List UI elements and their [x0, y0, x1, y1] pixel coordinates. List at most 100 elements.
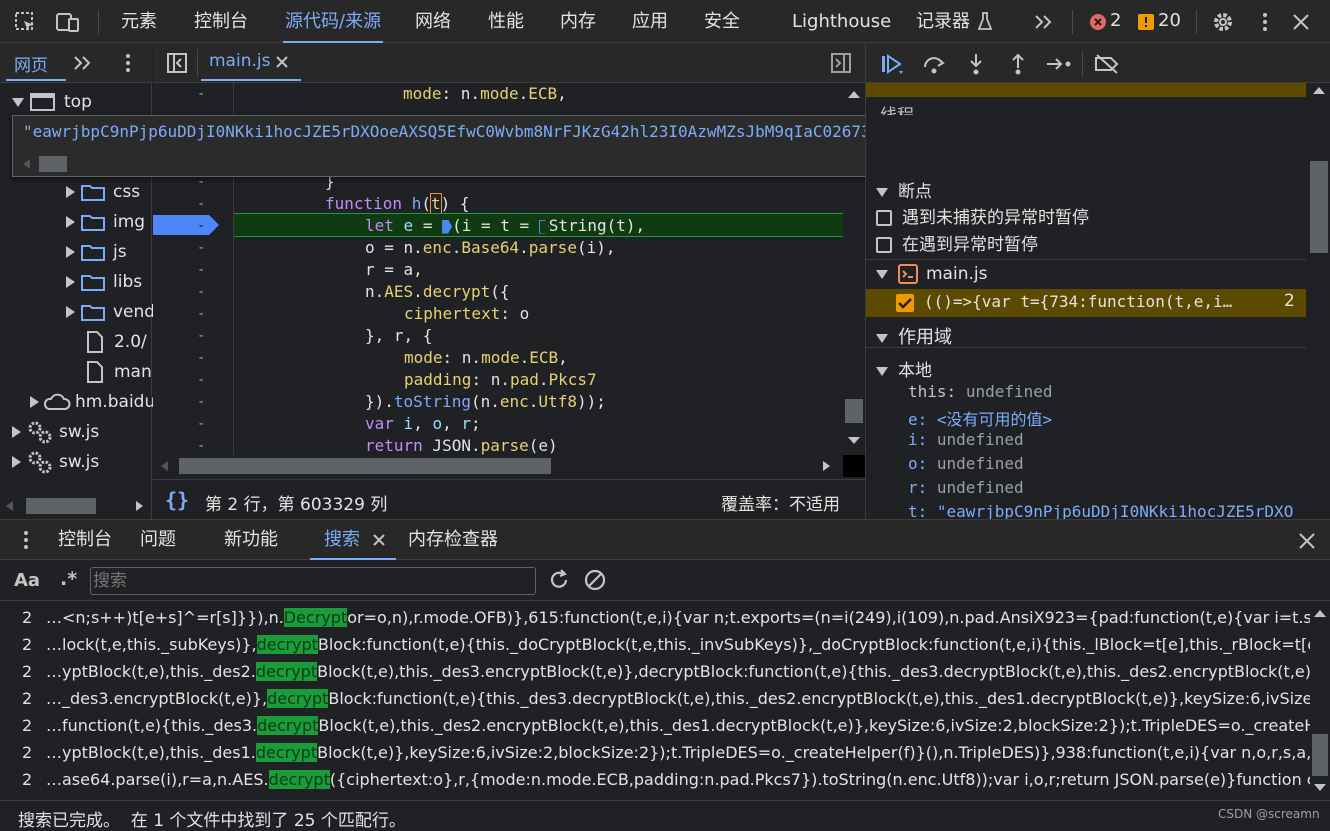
tree-item-file-2[interactable]: 2.0/ — [86, 327, 147, 357]
line-gutter[interactable]: - — [197, 259, 209, 281]
collapse-arrow-icon[interactable] — [30, 396, 39, 408]
toggle-debugger-icon[interactable] — [829, 51, 853, 75]
scroll-up-icon[interactable] — [1313, 87, 1325, 94]
close-search-tab-icon[interactable] — [370, 531, 388, 549]
more-tabs-icon[interactable] — [1030, 9, 1056, 35]
expand-arrow-icon[interactable] — [876, 269, 888, 279]
search-input[interactable] — [90, 567, 536, 595]
file-tab-main-js[interactable]: main.js — [209, 51, 270, 71]
line-gutter[interactable]: - — [197, 193, 209, 215]
line-gutter[interactable]: - — [197, 369, 209, 391]
scroll-thumb[interactable] — [845, 399, 863, 423]
breakpoint-marker[interactable] — [153, 215, 219, 235]
checkbox[interactable] — [876, 210, 892, 226]
tree-item-hm-baidu[interactable]: hm.baidu — [30, 387, 155, 417]
refresh-icon[interactable] — [546, 567, 572, 593]
local-scope-header[interactable]: 本地 — [876, 356, 932, 381]
scroll-up-icon[interactable] — [1314, 610, 1326, 617]
scroll-right-icon[interactable] — [136, 501, 143, 511]
coverage-status[interactable]: 覆盖率：不适用 — [721, 490, 840, 515]
gear-icon[interactable] — [1210, 9, 1236, 35]
line-gutter[interactable]: - — [197, 215, 209, 237]
tab-performance[interactable]: 性能 — [488, 0, 524, 43]
step-icon[interactable] — [1044, 51, 1074, 77]
scroll-thumb[interactable] — [179, 458, 551, 474]
scope-var-i[interactable]: i: undefined — [908, 430, 1024, 449]
tree-item-sw-js-2[interactable]: sw.js — [12, 447, 99, 477]
tab-elements[interactable]: 元素 — [121, 0, 157, 43]
drawer-tab-search[interactable]: 搜索 — [324, 520, 360, 560]
collapse-arrow-icon[interactable] — [66, 186, 75, 198]
debugger-scrollbar[interactable] — [1308, 83, 1330, 519]
scroll-left-icon[interactable] — [23, 159, 30, 169]
error-count[interactable]: 2 — [1110, 10, 1121, 31]
tree-item-manifest[interactable]: mani — [86, 357, 156, 387]
line-gutter[interactable]: - — [197, 435, 209, 455]
tree-item-libs[interactable]: libs — [66, 267, 142, 297]
tab-console[interactable]: 控制台 — [194, 0, 248, 43]
expand-arrow-icon[interactable] — [876, 367, 888, 376]
tree-item-js[interactable]: js — [66, 237, 127, 267]
pretty-print-icon[interactable]: {} — [165, 488, 189, 512]
kebab-menu-icon[interactable] — [1252, 9, 1278, 35]
resume-icon[interactable] — [878, 51, 906, 77]
expand-arrow-icon[interactable] — [12, 97, 24, 107]
collapse-arrow-icon[interactable] — [12, 456, 21, 468]
tab-recorder[interactable]: 记录器 — [916, 0, 970, 43]
breakpoint-file-main-js[interactable]: main.js — [876, 264, 987, 284]
search-result-row[interactable]: 2 …function(t,e){this._des3.decryptBlock(… — [0, 712, 1310, 739]
expand-arrow-icon[interactable] — [876, 188, 888, 197]
threads-section[interactable]: 线程 — [880, 101, 914, 115]
expand-arrow-icon[interactable] — [876, 334, 888, 343]
scroll-right-icon[interactable] — [823, 461, 830, 471]
search-result-row[interactable]: 2 …yptBlock(t,e),this._des1.decryptBlock(… — [0, 739, 1310, 766]
line-gutter[interactable]: - — [197, 83, 209, 105]
tab-page[interactable]: 网页 — [14, 51, 48, 76]
match-case-toggle[interactable]: Aa — [14, 570, 40, 591]
scope-var-t[interactable]: t: "eawrjbpC9nPjp6uDDjI0NKki1hocJZE5rDXO — [908, 502, 1306, 519]
search-result-row[interactable]: 2 …_des3.encryptBlock(t,e)},decryptBlock:… — [0, 685, 1310, 712]
scope-var-r[interactable]: r: undefined — [908, 478, 1024, 497]
device-toolbar-icon[interactable] — [54, 9, 80, 35]
line-gutter[interactable]: - — [197, 325, 209, 347]
navigator-menu-icon[interactable] — [116, 51, 140, 75]
drawer-menu-icon[interactable] — [14, 528, 38, 552]
scroll-down-icon[interactable] — [1314, 784, 1326, 791]
tab-application[interactable]: 应用 — [632, 0, 668, 43]
error-icon[interactable] — [1088, 12, 1108, 32]
collapse-arrow-icon[interactable] — [12, 426, 21, 438]
collapse-arrow-icon[interactable] — [66, 276, 75, 288]
scope-var-this[interactable]: this: undefined — [908, 382, 1053, 401]
tree-item-top[interactable]: top — [12, 87, 92, 117]
tree-item-img[interactable]: img — [66, 207, 145, 237]
tree-item-vendor[interactable]: vend — [66, 297, 155, 327]
collapse-arrow-icon[interactable] — [66, 246, 75, 258]
breakpoints-section-header[interactable]: 断点 — [876, 177, 932, 202]
line-gutter[interactable]: - — [197, 413, 209, 435]
pause-caught-option[interactable]: 在遇到异常时暂停 — [876, 230, 1038, 255]
search-result-row[interactable]: 2 …lock(t,e,this._subKeys)},decryptBlock:… — [0, 631, 1310, 658]
line-gutter[interactable]: - — [197, 281, 209, 303]
step-out-icon[interactable] — [1004, 51, 1032, 77]
toggle-navigator-icon[interactable] — [165, 51, 189, 75]
deactivate-breakpoints-icon[interactable] — [1092, 51, 1122, 77]
drawer-tab-issues[interactable]: 问题 — [140, 520, 176, 560]
scope-var-e[interactable]: e: <没有可用的值> — [908, 406, 1052, 430]
results-scrollbar[interactable] — [1310, 604, 1330, 798]
tab-sources[interactable]: 源代码/来源 — [283, 0, 384, 43]
search-result-row[interactable]: 2 …ase64.parse(i),r=a,n.AES.decrypt({ciph… — [0, 766, 1310, 793]
scroll-left-icon[interactable] — [6, 501, 13, 511]
tab-network[interactable]: 网络 — [415, 0, 451, 43]
tree-item-sw-js[interactable]: sw.js — [12, 417, 99, 447]
scroll-up-icon[interactable] — [848, 91, 860, 98]
tab-memory[interactable]: 内存 — [560, 0, 596, 43]
step-over-icon[interactable] — [920, 51, 948, 77]
search-result-row[interactable]: 2 …yptBlock(t,e),this._des2.decryptBlock(… — [0, 658, 1310, 685]
scope-section-header[interactable]: 作用域 — [876, 323, 952, 349]
scroll-thumb[interactable] — [1310, 161, 1328, 253]
inspect-element-icon[interactable] — [12, 9, 38, 35]
warning-icon[interactable] — [1136, 12, 1156, 32]
tab-lighthouse[interactable]: Lighthouse — [792, 0, 891, 43]
line-gutter[interactable]: - — [197, 303, 209, 325]
scroll-thumb[interactable] — [1312, 734, 1328, 776]
